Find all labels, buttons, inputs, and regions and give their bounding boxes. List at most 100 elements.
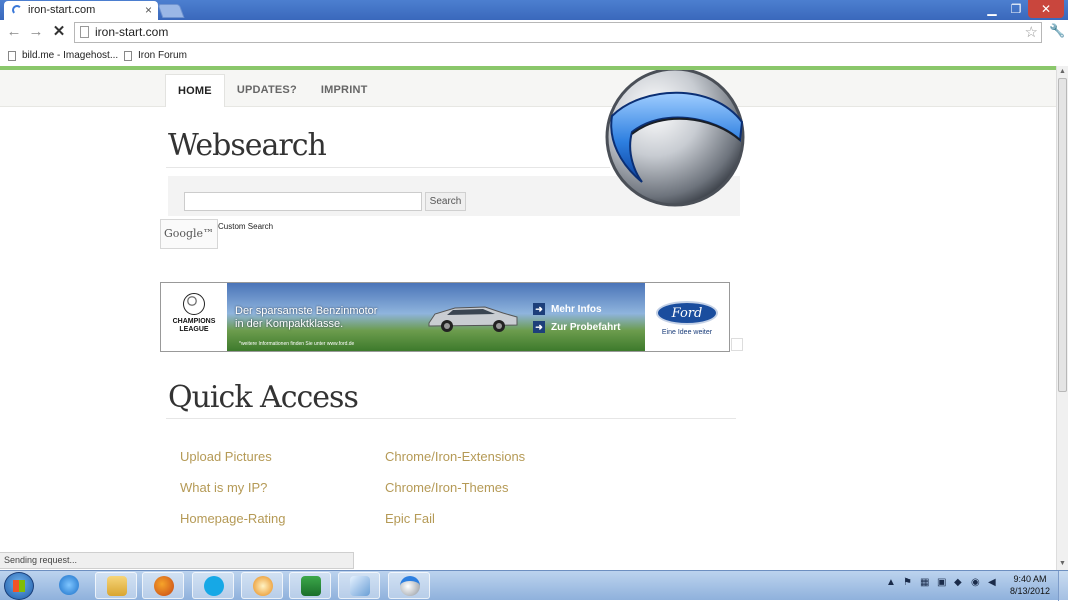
tab-title: iron-start.com <box>28 4 96 16</box>
skype-icon <box>204 576 224 596</box>
quick-access-heading: Quick Access <box>168 380 359 415</box>
scroll-down-icon[interactable]: ▼ <box>1057 558 1068 570</box>
link-homepage-rating[interactable]: Homepage-Rating <box>180 511 286 526</box>
browser-toolbar: ← → ✕ iron-start.com ☆ 🔧 <box>0 20 1068 46</box>
taskbar-skype[interactable] <box>192 572 234 599</box>
clock-date: 8/13/2012 <box>1009 586 1051 596</box>
address-url: iron-start.com <box>95 25 169 39</box>
scrollbar-thumb[interactable] <box>1058 78 1067 392</box>
ad-cta-label: Mehr Infos <box>551 303 602 315</box>
ad-small-print: *weitere Informationen finden Sie unter … <box>239 341 355 347</box>
search-input[interactable] <box>184 192 422 211</box>
search-button[interactable]: Search <box>425 192 466 211</box>
link-what-is-my-ip[interactable]: What is my IP? <box>180 480 267 495</box>
bookmark-iron-forum[interactable]: Iron Forum <box>124 47 187 65</box>
app-icon <box>350 576 370 596</box>
volume-icon[interactable]: ◀ <box>988 577 999 588</box>
firefox-icon <box>154 576 174 596</box>
file-icon <box>124 51 132 61</box>
arrow-right-icon: ➜ <box>533 321 545 333</box>
taskbar-firefox[interactable] <box>142 572 184 599</box>
wrench-menu-icon[interactable]: 🔧 <box>1049 23 1065 39</box>
link-themes[interactable]: Chrome/Iron-Themes <box>385 480 509 495</box>
menu-home[interactable]: HOME <box>165 74 225 107</box>
ad-options-icon[interactable] <box>731 338 743 351</box>
link-upload-pictures[interactable]: Upload Pictures <box>180 449 272 464</box>
menu-imprint[interactable]: IMPRINT <box>309 74 380 106</box>
clock-time: 9:40 AM <box>1013 574 1047 584</box>
show-hidden-icons-icon[interactable]: ▲ <box>886 577 897 588</box>
site-nav: HOME UPDATES? IMPRINT <box>0 70 1056 107</box>
taskbar-app-orange[interactable] <box>241 572 283 599</box>
excel-icon <box>301 576 321 596</box>
page-icon <box>80 26 89 38</box>
ad-test-drive[interactable]: ➜ Zur Probefahrt <box>533 321 620 333</box>
football-icon <box>183 293 205 315</box>
status-bubble: Sending request... <box>0 552 354 569</box>
system-clock[interactable]: 9:40 AM 8/13/2012 <box>1006 573 1054 597</box>
system-tray: ▲ ⚑ ▦ ▣ ◆ ◉ ◀ <box>886 577 999 588</box>
ad-cta-label: Zur Probefahrt <box>551 321 621 333</box>
ad-headline-line: Der sparsamste Benzinmotor <box>235 305 378 317</box>
power-icon[interactable]: ◉ <box>971 577 982 588</box>
show-desktop-button[interactable] <box>1058 571 1068 601</box>
taskbar-excel[interactable] <box>289 572 331 599</box>
ford-logo-area: Ford Eine Idee weiter <box>645 283 729 351</box>
taskbar: ▲ ⚑ ▦ ▣ ◆ ◉ ◀ 9:40 AM 8/13/2012 <box>0 570 1068 601</box>
ad-image: Der sparsamste Benzinmotor in der Kompak… <box>227 283 645 351</box>
forward-arrow-icon[interactable]: → <box>27 23 45 41</box>
stop-loading-icon[interactable]: ✕ <box>50 23 68 41</box>
page-content: HOME UPDATES? IMPRINT Websearch Search G… <box>0 70 1056 570</box>
action-center-icon[interactable]: ▣ <box>937 577 948 588</box>
bookmark-label: Iron Forum <box>138 50 187 61</box>
address-bar[interactable]: iron-start.com ☆ <box>74 22 1042 43</box>
link-extensions[interactable]: Chrome/Iron-Extensions <box>385 449 525 464</box>
taskbar-ie[interactable] <box>48 572 90 599</box>
back-arrow-icon[interactable]: ← <box>5 23 23 41</box>
iron-logo-icon <box>605 70 745 207</box>
minimize-button[interactable]: ▁ <box>980 0 1004 18</box>
new-tab-button[interactable] <box>157 4 185 18</box>
window-controls: ▁ ❐ ✕ <box>980 0 1064 18</box>
flag-icon[interactable]: ⚑ <box>903 577 914 588</box>
start-button[interactable] <box>4 572 34 600</box>
taskbar-iron[interactable] <box>388 572 430 599</box>
site-menu: HOME UPDATES? IMPRINT <box>165 74 380 107</box>
divider <box>166 167 610 168</box>
ad-headline-line: in der Kompaktklasse. <box>235 318 344 330</box>
app-icon <box>253 576 273 596</box>
taskbar-explorer[interactable] <box>95 572 137 599</box>
ad-more-info[interactable]: ➜ Mehr Infos <box>533 303 602 315</box>
close-window-button[interactable]: ✕ <box>1028 0 1064 18</box>
network-icon[interactable]: ▦ <box>920 577 931 588</box>
bookmark-star-icon[interactable]: ☆ <box>1025 23 1038 42</box>
folder-icon <box>107 576 127 596</box>
browser-tab[interactable]: iron-start.com × <box>4 1 158 20</box>
google-logo: Google™ <box>160 219 218 249</box>
windows-logo-icon <box>13 580 25 592</box>
loading-spinner-icon <box>12 5 22 15</box>
restore-button[interactable]: ❐ <box>1004 0 1028 18</box>
bookmark-label: bild.me - Imagehost... <box>22 50 119 61</box>
file-icon <box>8 51 16 61</box>
ford-tagline: Eine Idee weiter <box>661 329 713 336</box>
ad-banner[interactable]: CHAMPIONS LEAGUE Der sparsamste Benzinmo… <box>160 282 730 352</box>
antivirus-icon[interactable]: ◆ <box>954 577 965 588</box>
logo-text: CHAMPIONS <box>172 318 216 325</box>
tab-close-button[interactable]: × <box>145 1 152 20</box>
internet-explorer-icon <box>59 575 79 595</box>
divider <box>166 418 736 419</box>
bookmark-bildme[interactable]: bild.me - Imagehost... <box>8 47 118 65</box>
champions-league-logo: CHAMPIONS LEAGUE <box>161 283 227 351</box>
taskbar-app-blue[interactable] <box>338 572 380 599</box>
bookmarks-bar: bild.me - Imagehost... Iron Forum <box>0 46 1068 66</box>
scroll-up-icon[interactable]: ▲ <box>1057 66 1068 78</box>
window-titlebar: iron-start.com × ▁ ❐ ✕ <box>0 0 1068 20</box>
car-icon <box>428 306 518 332</box>
menu-updates[interactable]: UPDATES? <box>225 74 309 106</box>
ford-logo: Ford <box>656 301 718 325</box>
iron-browser-icon <box>400 576 420 596</box>
link-epic-fail[interactable]: Epic Fail <box>385 511 435 526</box>
websearch-heading: Websearch <box>168 128 327 163</box>
vertical-scrollbar[interactable]: ▲ ▼ <box>1056 66 1068 570</box>
